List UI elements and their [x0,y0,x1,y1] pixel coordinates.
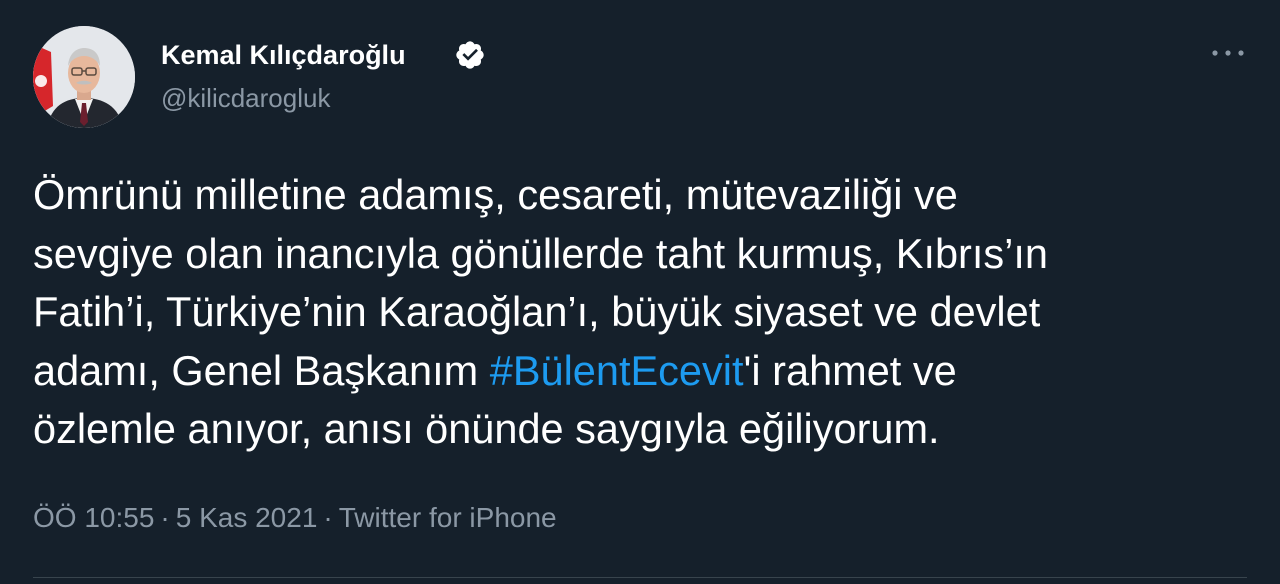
tweet-time[interactable]: ÖÖ 10:55 [33,502,154,533]
more-horizontal-icon[interactable] [1205,40,1251,66]
tweet-text-line: adamı, Genel Başkanım #BülentEcevit'i ra… [33,342,1255,401]
tweet-text-line: Ömrünü milletine adamış, cesareti, mütev… [33,171,958,218]
author-handle[interactable]: @kilicdarogluk [161,81,330,115]
tweet-text-line: sevgiye olan inancıyla gönüllerde taht k… [33,229,1048,277]
tweet-source-link[interactable]: Twitter for iPhone [339,502,557,533]
author-name[interactable]: Kemal Kılıçdaroğlu [161,38,406,72]
tweet-text-line: özlemle anıyor, anısı önünde saygıyla eğ… [33,405,940,452]
tweet-meta: ÖÖ 10:55 · 5 Kas 2021 · Twitter for iPhone [33,500,557,536]
tweet-text: Ömrünü milletine adamış, cesareti, mütev… [33,166,1255,459]
verified-badge-icon [456,41,484,69]
tweet-card: Kemal Kılıçdaroğlu @kilicdarogluk Ömrünü… [0,0,1280,584]
meta-separator: · [160,502,170,533]
profile-photo-icon [33,26,135,128]
divider [33,577,1247,578]
tweet-text-line: Fatih’i, Türkiye’nin Karaoğlan’ı, büyük … [33,288,1041,335]
tweet-text-segment: adamı, Genel Başkanım [33,346,490,394]
tweet-text-segment: 'i rahmet ve [743,346,957,394]
hashtag-link[interactable]: #BülentEcevit [490,347,744,394]
avatar[interactable] [33,26,135,128]
meta-separator: · [323,502,333,533]
tweet-date[interactable]: 5 Kas 2021 [176,502,318,533]
